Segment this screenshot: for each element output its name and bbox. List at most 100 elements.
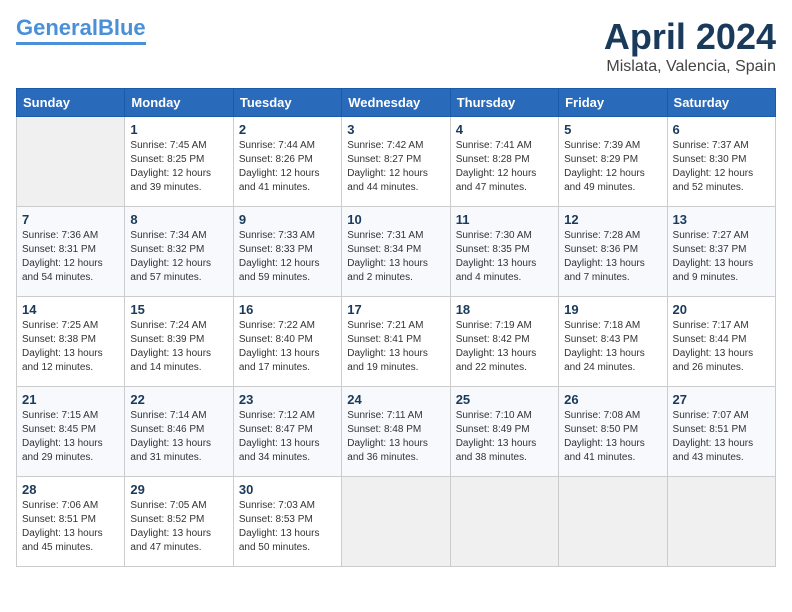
- day-info: Sunrise: 7:37 AM Sunset: 8:30 PM Dayligh…: [673, 139, 770, 195]
- day-info: Sunrise: 7:19 AM Sunset: 8:42 PM Dayligh…: [456, 319, 553, 375]
- day-number: 28: [22, 482, 119, 497]
- day-info: Sunrise: 7:33 AM Sunset: 8:33 PM Dayligh…: [239, 229, 336, 285]
- logo-blue: Blue: [98, 15, 146, 40]
- calendar-week-row: 14 Sunrise: 7:25 AM Sunset: 8:38 PM Dayli…: [17, 297, 776, 387]
- calendar-week-row: 7 Sunrise: 7:36 AM Sunset: 8:31 PM Daylig…: [17, 207, 776, 297]
- day-number: 5: [564, 122, 661, 137]
- day-number: 4: [456, 122, 553, 137]
- calendar-week-row: 28 Sunrise: 7:06 AM Sunset: 8:51 PM Dayli…: [17, 477, 776, 567]
- day-info: Sunrise: 7:10 AM Sunset: 8:49 PM Dayligh…: [456, 409, 553, 465]
- day-number: 26: [564, 392, 661, 407]
- day-info: Sunrise: 7:45 AM Sunset: 8:25 PM Dayligh…: [130, 139, 227, 195]
- calendar-cell: 8Sunrise: 7:34 AM Sunset: 8:32 PM Daylig…: [125, 207, 233, 297]
- day-info: Sunrise: 7:18 AM Sunset: 8:43 PM Dayligh…: [564, 319, 661, 375]
- calendar-cell: 20 Sunrise: 7:17 AM Sunset: 8:44 PM Dayli…: [667, 297, 775, 387]
- day-number: 12: [564, 212, 661, 227]
- day-info: Sunrise: 7:42 AM Sunset: 8:27 PM Dayligh…: [347, 139, 444, 195]
- calendar-cell: 11 Sunrise: 7:30 AM Sunset: 8:35 PM Dayli…: [450, 207, 558, 297]
- day-number: 16: [239, 302, 336, 317]
- day-info: Sunrise: 7:36 AM Sunset: 8:31 PM Dayligh…: [22, 229, 119, 285]
- day-info: Sunrise: 7:17 AM Sunset: 8:44 PM Dayligh…: [673, 319, 770, 375]
- weekday-header-tuesday: Tuesday: [233, 89, 341, 117]
- day-info: Sunrise: 7:14 AM Sunset: 8:46 PM Dayligh…: [130, 409, 227, 465]
- calendar-title: April 2024: [604, 16, 776, 58]
- weekday-header-saturday: Saturday: [667, 89, 775, 117]
- day-number: 21: [22, 392, 119, 407]
- calendar-cell: 7 Sunrise: 7:36 AM Sunset: 8:31 PM Daylig…: [17, 207, 125, 297]
- day-info: Sunrise: 7:27 AM Sunset: 8:37 PM Dayligh…: [673, 229, 770, 285]
- day-number: 11: [456, 212, 553, 227]
- day-info: Sunrise: 7:39 AM Sunset: 8:29 PM Dayligh…: [564, 139, 661, 195]
- day-info: Sunrise: 7:28 AM Sunset: 8:36 PM Dayligh…: [564, 229, 661, 285]
- calendar-cell: 15 Sunrise: 7:24 AM Sunset: 8:39 PM Dayli…: [125, 297, 233, 387]
- day-number: 1: [130, 122, 227, 137]
- day-number: 13: [673, 212, 770, 227]
- day-info: Sunrise: 7:34 AM Sunset: 8:32 PM Dayligh…: [130, 229, 227, 285]
- calendar-cell: 12 Sunrise: 7:28 AM Sunset: 8:36 PM Dayli…: [559, 207, 667, 297]
- calendar-cell: 22Sunrise: 7:14 AM Sunset: 8:46 PM Dayli…: [125, 387, 233, 477]
- weekday-header-sunday: Sunday: [17, 89, 125, 117]
- day-info: Sunrise: 7:11 AM Sunset: 8:48 PM Dayligh…: [347, 409, 444, 465]
- calendar-table: SundayMondayTuesdayWednesdayThursdayFrid…: [16, 88, 776, 567]
- calendar-cell: 9 Sunrise: 7:33 AM Sunset: 8:33 PM Daylig…: [233, 207, 341, 297]
- day-info: Sunrise: 7:06 AM Sunset: 8:51 PM Dayligh…: [22, 499, 119, 555]
- calendar-cell: [559, 477, 667, 567]
- day-info: Sunrise: 7:08 AM Sunset: 8:50 PM Dayligh…: [564, 409, 661, 465]
- day-info: Sunrise: 7:31 AM Sunset: 8:34 PM Dayligh…: [347, 229, 444, 285]
- title-area: April 2024 Mislata, Valencia, Spain: [604, 16, 776, 76]
- calendar-cell: [17, 117, 125, 207]
- weekday-header-thursday: Thursday: [450, 89, 558, 117]
- weekday-header-friday: Friday: [559, 89, 667, 117]
- day-number: 15: [130, 302, 227, 317]
- calendar-body: 1 Sunrise: 7:45 AM Sunset: 8:25 PM Daylig…: [17, 117, 776, 567]
- day-info: Sunrise: 7:21 AM Sunset: 8:41 PM Dayligh…: [347, 319, 444, 375]
- calendar-cell: 21 Sunrise: 7:15 AM Sunset: 8:45 PM Dayli…: [17, 387, 125, 477]
- calendar-cell: 6 Sunrise: 7:37 AM Sunset: 8:30 PM Daylig…: [667, 117, 775, 207]
- calendar-cell: 23 Sunrise: 7:12 AM Sunset: 8:47 PM Dayli…: [233, 387, 341, 477]
- day-number: 18: [456, 302, 553, 317]
- day-number: 27: [673, 392, 770, 407]
- day-info: Sunrise: 7:25 AM Sunset: 8:38 PM Dayligh…: [22, 319, 119, 375]
- day-info: Sunrise: 7:03 AM Sunset: 8:53 PM Dayligh…: [239, 499, 336, 555]
- day-info: Sunrise: 7:05 AM Sunset: 8:52 PM Dayligh…: [130, 499, 227, 555]
- day-number: 19: [564, 302, 661, 317]
- logo-general: General: [16, 15, 98, 40]
- day-number: 20: [673, 302, 770, 317]
- calendar-week-row: 1 Sunrise: 7:45 AM Sunset: 8:25 PM Daylig…: [17, 117, 776, 207]
- calendar-cell: [450, 477, 558, 567]
- logo: GeneralBlue: [16, 16, 146, 45]
- day-number: 29: [130, 482, 227, 497]
- calendar-header: SundayMondayTuesdayWednesdayThursdayFrid…: [17, 89, 776, 117]
- day-number: 9: [239, 212, 336, 227]
- day-number: 24: [347, 392, 444, 407]
- calendar-cell: 5 Sunrise: 7:39 AM Sunset: 8:29 PM Daylig…: [559, 117, 667, 207]
- calendar-cell: 1 Sunrise: 7:45 AM Sunset: 8:25 PM Daylig…: [125, 117, 233, 207]
- day-number: 10: [347, 212, 444, 227]
- day-info: Sunrise: 7:30 AM Sunset: 8:35 PM Dayligh…: [456, 229, 553, 285]
- calendar-cell: 24 Sunrise: 7:11 AM Sunset: 8:48 PM Dayli…: [342, 387, 450, 477]
- day-info: Sunrise: 7:12 AM Sunset: 8:47 PM Dayligh…: [239, 409, 336, 465]
- calendar-cell: 2Sunrise: 7:44 AM Sunset: 8:26 PM Daylig…: [233, 117, 341, 207]
- logo-underline: [16, 42, 146, 45]
- calendar-subtitle: Mislata, Valencia, Spain: [604, 58, 776, 76]
- day-info: Sunrise: 7:24 AM Sunset: 8:39 PM Dayligh…: [130, 319, 227, 375]
- day-number: 23: [239, 392, 336, 407]
- day-info: Sunrise: 7:22 AM Sunset: 8:40 PM Dayligh…: [239, 319, 336, 375]
- calendar-cell: 18 Sunrise: 7:19 AM Sunset: 8:42 PM Dayli…: [450, 297, 558, 387]
- day-number: 2: [239, 122, 336, 137]
- day-number: 30: [239, 482, 336, 497]
- header: GeneralBlue April 2024 Mislata, Valencia…: [16, 16, 776, 76]
- calendar-cell: [342, 477, 450, 567]
- day-info: Sunrise: 7:41 AM Sunset: 8:28 PM Dayligh…: [456, 139, 553, 195]
- calendar-cell: 19 Sunrise: 7:18 AM Sunset: 8:43 PM Dayli…: [559, 297, 667, 387]
- logo-text: GeneralBlue: [16, 16, 146, 40]
- day-info: Sunrise: 7:15 AM Sunset: 8:45 PM Dayligh…: [22, 409, 119, 465]
- calendar-cell: 30 Sunrise: 7:03 AM Sunset: 8:53 PM Dayli…: [233, 477, 341, 567]
- day-number: 14: [22, 302, 119, 317]
- day-number: 17: [347, 302, 444, 317]
- calendar-cell: 10 Sunrise: 7:31 AM Sunset: 8:34 PM Dayli…: [342, 207, 450, 297]
- calendar-cell: 14 Sunrise: 7:25 AM Sunset: 8:38 PM Dayli…: [17, 297, 125, 387]
- day-number: 6: [673, 122, 770, 137]
- calendar-cell: 27Sunrise: 7:07 AM Sunset: 8:51 PM Dayli…: [667, 387, 775, 477]
- day-number: 7: [22, 212, 119, 227]
